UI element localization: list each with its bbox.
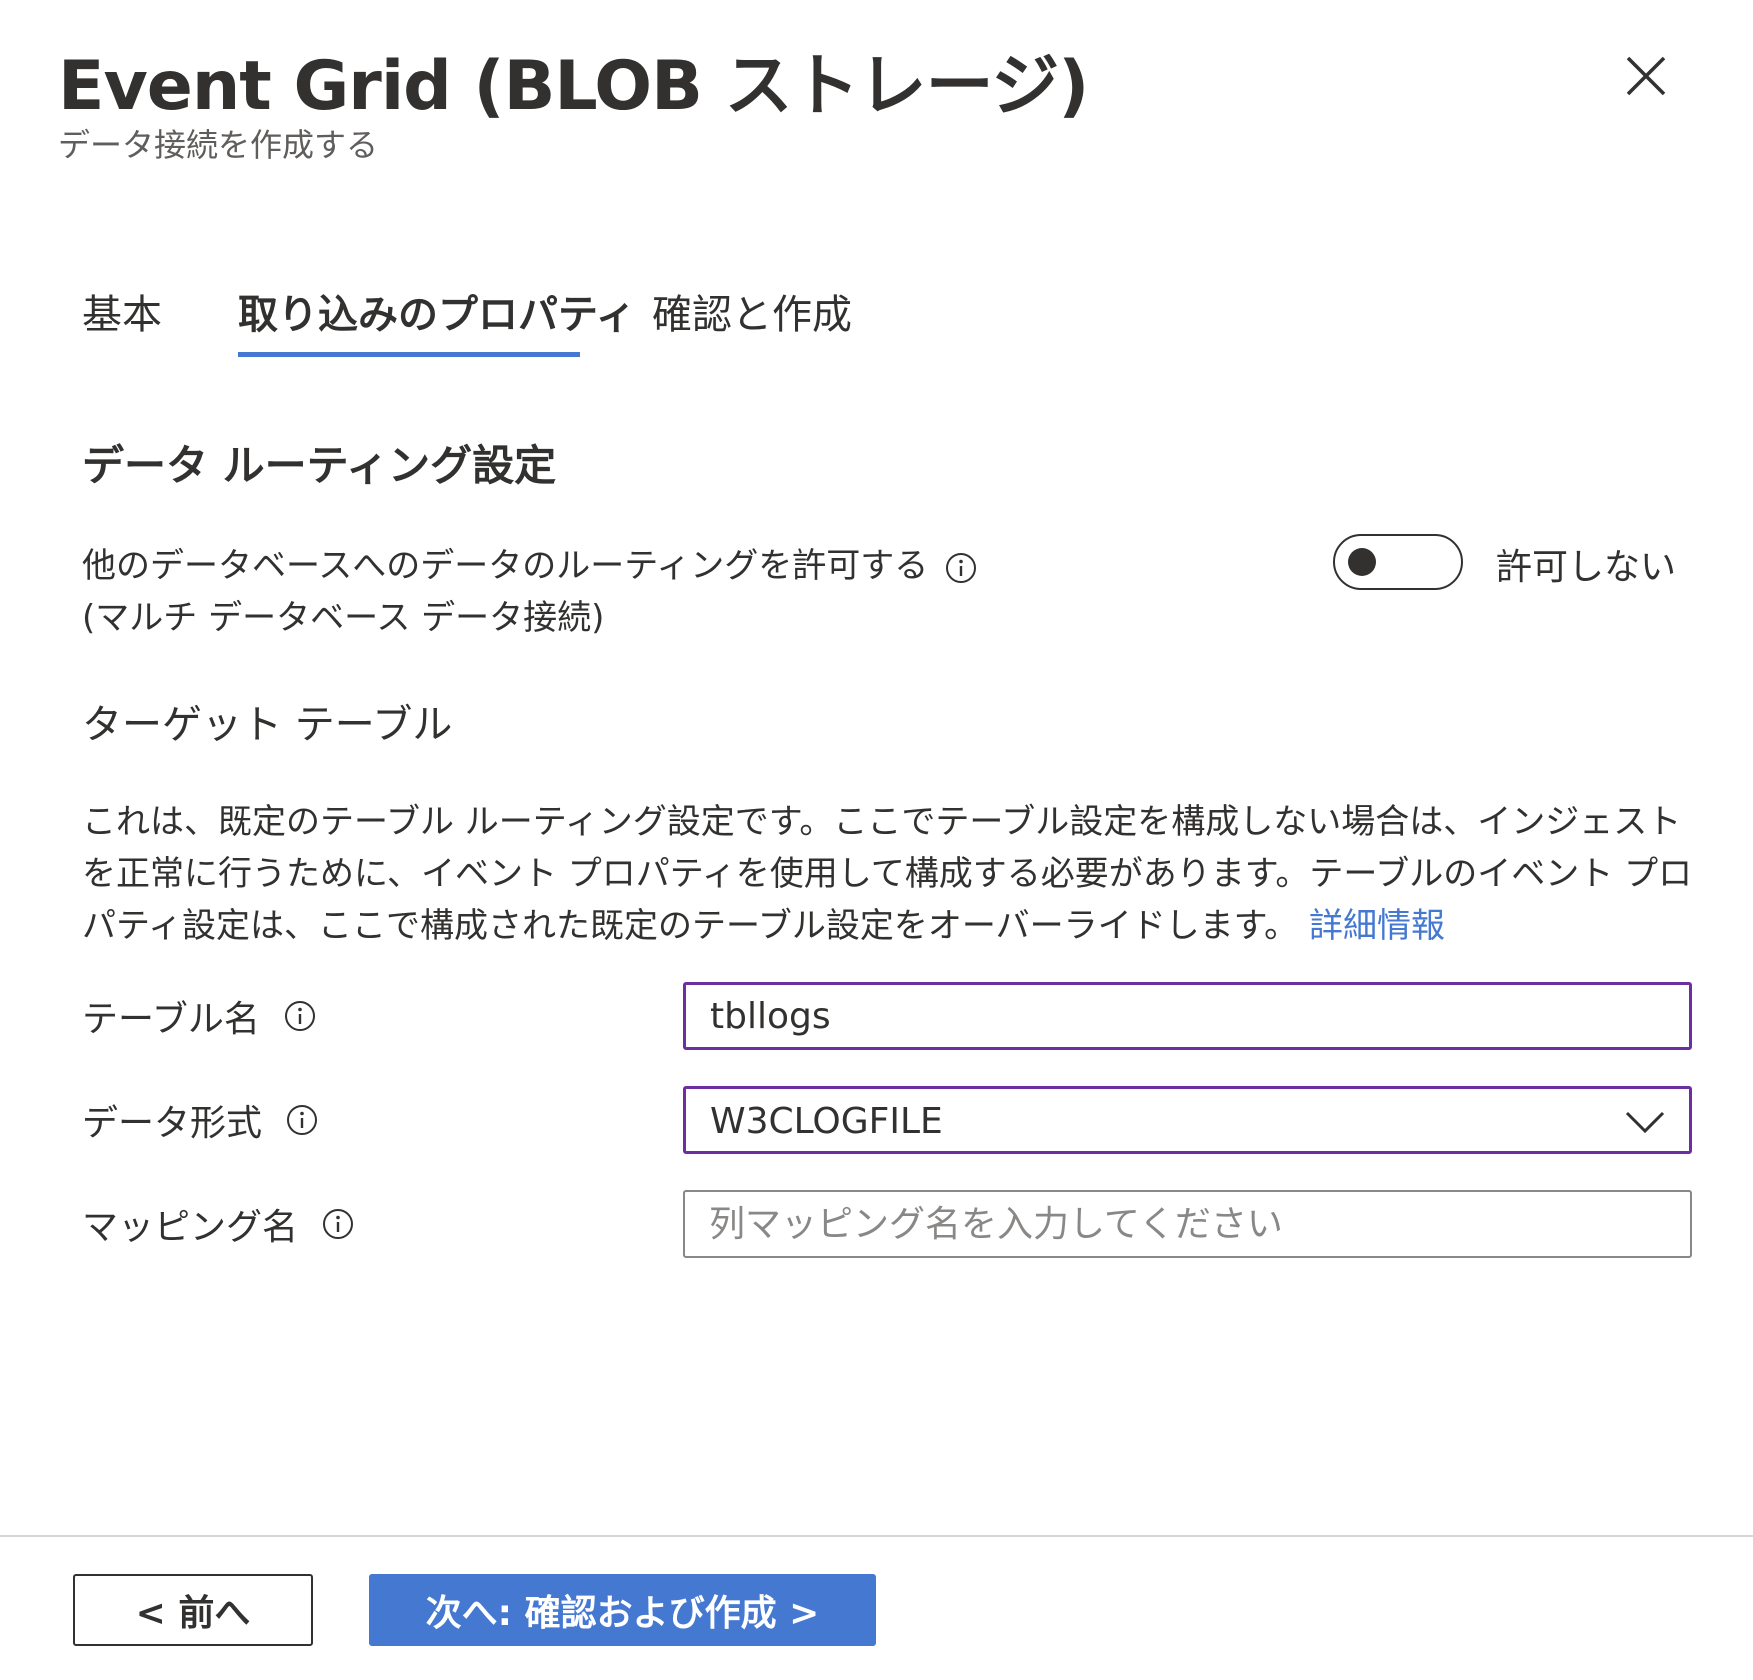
info-icon[interactable]: [945, 552, 977, 584]
tab-basics[interactable]: 基本: [82, 282, 162, 340]
next-review-create-button[interactable]: 次へ: 確認および作成 >: [369, 1574, 876, 1646]
data-format-dropdown[interactable]: W3CLOGFILE: [683, 1086, 1692, 1154]
mapping-name-field[interactable]: [683, 1190, 1692, 1258]
close-icon: [1626, 56, 1666, 96]
chevron-down-icon: [1625, 1111, 1665, 1134]
mapping-name-label-text: マッピング名: [82, 1207, 299, 1248]
page-subtitle: データ接続を作成する: [58, 126, 379, 164]
info-icon[interactable]: [284, 1000, 316, 1032]
learn-more-link[interactable]: 詳細情報: [1309, 906, 1445, 946]
target-table-description: これは、既定のテーブル ルーティング設定です。ここでテーブル設定を構成しない場合…: [82, 796, 1702, 952]
table-name-input[interactable]: [686, 985, 1689, 1047]
info-icon[interactable]: [322, 1208, 354, 1240]
mapping-name-label: マッピング名: [82, 1198, 354, 1250]
data-format-selected-value: W3CLOGFILE: [710, 1101, 943, 1142]
table-name-label: テーブル名: [82, 990, 316, 1042]
mapping-name-input[interactable]: [685, 1192, 1690, 1256]
active-tab-indicator: [238, 352, 580, 357]
toggle-knob: [1348, 548, 1376, 576]
data-format-label-text: データ形式: [82, 1103, 263, 1144]
previous-button[interactable]: < 前へ: [73, 1574, 313, 1646]
section-title-routing: データ ルーティング設定: [82, 441, 557, 490]
page-title: Event Grid (BLOB ストレージ): [58, 47, 1089, 126]
allow-routing-label: 他のデータベースへのデータのルーティングを許可する: [82, 538, 977, 587]
description-text: これは、既定のテーブル ルーティング設定です。ここでテーブル設定を構成しない場合…: [82, 802, 1693, 946]
allow-routing-label-text: 他のデータベースへのデータのルーティングを許可する: [82, 546, 929, 586]
tab-review-create[interactable]: 確認と作成: [652, 282, 852, 340]
table-name-label-text: テーブル名: [82, 999, 260, 1040]
table-name-field[interactable]: [683, 982, 1692, 1050]
toggle-state-label: 許可しない: [1496, 547, 1677, 588]
tab-ingestion-properties[interactable]: 取り込みのプロパティ: [238, 282, 636, 340]
close-button[interactable]: [1618, 48, 1674, 104]
data-format-label: データ形式: [82, 1094, 318, 1146]
target-table-heading: ターゲット テーブル: [82, 702, 453, 748]
footer-divider: [0, 1535, 1753, 1537]
allow-routing-sublabel: (マルチ データベース データ接続): [82, 598, 605, 638]
allow-routing-toggle[interactable]: [1333, 534, 1463, 590]
info-icon[interactable]: [286, 1104, 318, 1136]
